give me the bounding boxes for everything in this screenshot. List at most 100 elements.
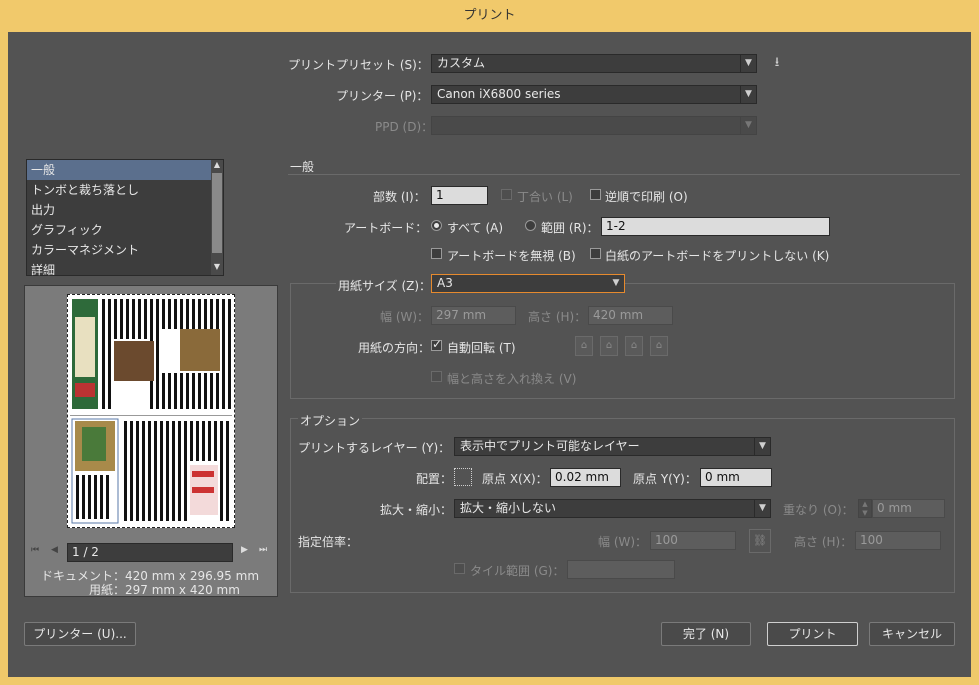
- window-title: プリント: [0, 0, 979, 32]
- origin-y-label: 原点 Y(Y)：: [633, 472, 697, 486]
- sidebar-item-graphics[interactable]: グラフィック: [27, 220, 223, 240]
- tile-range-input[interactable]: [567, 560, 675, 579]
- orientation-label: 用紙の方向：: [358, 341, 431, 355]
- reverse-order-checkbox[interactable]: [590, 189, 601, 200]
- all-artboards-radio[interactable]: [431, 220, 442, 231]
- layers-label: プリントするレイヤー (Y)：: [298, 441, 451, 455]
- scale-width-input[interactable]: 100: [650, 531, 736, 550]
- tile-range-checkbox[interactable]: [454, 563, 465, 574]
- divider: [288, 174, 960, 175]
- paper-height-label: 高さ (H)：: [528, 310, 587, 324]
- last-page-icon[interactable]: ⏭: [259, 545, 267, 555]
- range-label: 範囲 (R)：: [541, 221, 599, 235]
- ignore-artboards-label: アートボードを無視 (B): [447, 249, 576, 263]
- portrait-icon[interactable]: ⌂: [575, 336, 593, 356]
- sidebar-item-marks-bleeds[interactable]: トンボと裁ち落とし: [27, 180, 223, 200]
- collate-label: 丁合い (L): [517, 190, 573, 204]
- auto-rotate-label: 自動回転 (T): [447, 341, 516, 355]
- prev-page-icon[interactable]: ◀: [51, 545, 58, 555]
- chevron-down-icon: ▼: [612, 278, 620, 288]
- paper-size-label: 用紙サイズ (Z)：: [336, 277, 434, 294]
- layers-value: 表示中でプリント可能なレイヤー: [460, 439, 640, 453]
- paper-size-value: A3: [437, 276, 453, 290]
- sidebar-item-advanced[interactable]: 詳細: [27, 260, 223, 280]
- paper-size-text: 用紙：297 mm x 420 mm: [89, 583, 240, 597]
- sidebar-item-output[interactable]: 出力: [27, 200, 223, 220]
- printer-settings-button[interactable]: プリンター (U)...: [24, 622, 136, 646]
- artboard-label: アートボード：: [344, 221, 428, 235]
- options-section-title: オプション: [298, 412, 363, 429]
- sidebar-item-general[interactable]: 一般: [27, 160, 223, 180]
- landscape-icon[interactable]: ⌂: [600, 336, 618, 356]
- save-preset-icon[interactable]: ⭳: [768, 54, 786, 72]
- scale-width-label: 幅 (W)：: [598, 535, 648, 549]
- paper-width-input[interactable]: 297 mm: [431, 306, 516, 325]
- range-radio[interactable]: [525, 220, 536, 231]
- overlap-stepper[interactable]: ▲ ▼: [858, 499, 872, 518]
- scale-label: 拡大・縮小：: [380, 503, 453, 517]
- swap-dimensions-checkbox[interactable]: [431, 371, 442, 382]
- placement-label: 配置：: [416, 472, 453, 486]
- cancel-button[interactable]: キャンセル: [869, 622, 955, 646]
- placement-grid-icon[interactable]: [454, 468, 472, 486]
- custom-scale-label: 指定倍率：: [298, 535, 359, 549]
- chevron-down-icon: ▼: [740, 55, 756, 72]
- landscape-flipped-icon[interactable]: ⌂: [650, 336, 668, 356]
- scroll-down-icon[interactable]: ▼: [212, 262, 222, 274]
- chevron-down-icon: ▼: [740, 117, 756, 134]
- paper-width-label: 幅 (W)：: [380, 310, 430, 324]
- sidebar-item-color-management[interactable]: カラーマネジメント: [27, 240, 223, 260]
- preset-label: プリントプリセット (S)：: [288, 58, 429, 72]
- list-scrollbar[interactable]: ▲ ▼: [211, 160, 223, 275]
- origin-x-label: 原点 X(X)：: [482, 472, 548, 486]
- ppd-label: PPD (D)：: [375, 120, 434, 134]
- scroll-up-icon[interactable]: ▲: [212, 160, 222, 172]
- link-icon[interactable]: ⛓: [749, 529, 771, 553]
- ignore-artboards-checkbox[interactable]: [431, 248, 442, 259]
- overlap-label: 重なり (O)：: [783, 503, 854, 517]
- collate-checkbox[interactable]: [501, 189, 512, 200]
- next-page-icon[interactable]: ▶: [241, 545, 248, 555]
- copies-label: 部数 (I)：: [373, 190, 426, 204]
- skip-blank-label: 白紙のアートボードをプリントしない (K): [605, 249, 830, 263]
- printer-label: プリンター (P)：: [336, 89, 429, 103]
- print-preview[interactable]: ⏮ ◀ 1 / 2 ▶ ⏭ ドキュメント：420 mm x 296.95 mm …: [24, 285, 278, 597]
- scale-value: 拡大・縮小しない: [460, 501, 557, 515]
- portrait-flipped-icon[interactable]: ⌂: [625, 336, 643, 356]
- printer-value: Canon iX6800 series: [437, 87, 561, 101]
- auto-rotate-checkbox[interactable]: [431, 337, 442, 351]
- scale-height-input[interactable]: 100: [855, 531, 941, 550]
- overlap-input[interactable]: 0 mm: [872, 499, 945, 518]
- scroll-thumb[interactable]: [212, 173, 222, 253]
- layers-dropdown[interactable]: 表示中でプリント可能なレイヤー ▼: [454, 437, 771, 456]
- chevron-down-icon: ▼: [754, 500, 770, 517]
- chevron-down-icon: ▼: [740, 86, 756, 103]
- scale-height-label: 高さ (H)：: [794, 535, 853, 549]
- all-artboards-label: すべて (A): [447, 221, 504, 235]
- printer-dropdown[interactable]: Canon iX6800 series ▼: [431, 85, 757, 104]
- origin-y-input[interactable]: 0 mm: [700, 468, 772, 487]
- scale-dropdown[interactable]: 拡大・縮小しない ▼: [454, 499, 771, 518]
- reverse-order-label: 逆順で印刷 (O): [605, 190, 688, 204]
- print-button[interactable]: プリント: [767, 622, 858, 646]
- ppd-dropdown[interactable]: ▼: [431, 116, 757, 135]
- page-indicator[interactable]: 1 / 2: [67, 543, 233, 562]
- first-page-icon[interactable]: ⏮: [31, 545, 39, 555]
- range-input[interactable]: 1-2: [601, 217, 830, 236]
- preset-dropdown[interactable]: カスタム ▼: [431, 54, 757, 73]
- origin-x-input[interactable]: 0.02 mm: [550, 468, 621, 487]
- paper-height-input[interactable]: 420 mm: [588, 306, 673, 325]
- copies-input[interactable]: 1: [431, 186, 488, 205]
- category-list[interactable]: 一般 トンボと裁ち落とし 出力 グラフィック カラーマネジメント 詳細 ▲ ▼: [26, 159, 224, 277]
- swap-dimensions-label: 幅と高さを入れ換え (V): [447, 372, 577, 386]
- chevron-down-icon: ▼: [754, 438, 770, 455]
- newspaper-thumbnail: [70, 299, 232, 524]
- general-section-title: 一般: [290, 160, 315, 174]
- preset-value: カスタム: [437, 56, 486, 70]
- preview-page: [67, 294, 235, 528]
- skip-blank-checkbox[interactable]: [590, 248, 601, 259]
- done-button[interactable]: 完了 (N): [661, 622, 751, 646]
- tile-range-label: タイル範囲 (G)：: [470, 564, 565, 578]
- print-dialog: プリントプリセット (S)： カスタム ▼ ⭳ プリンター (P)： Canon…: [8, 32, 971, 677]
- paper-size-dropdown[interactable]: A3 ▼: [431, 274, 625, 293]
